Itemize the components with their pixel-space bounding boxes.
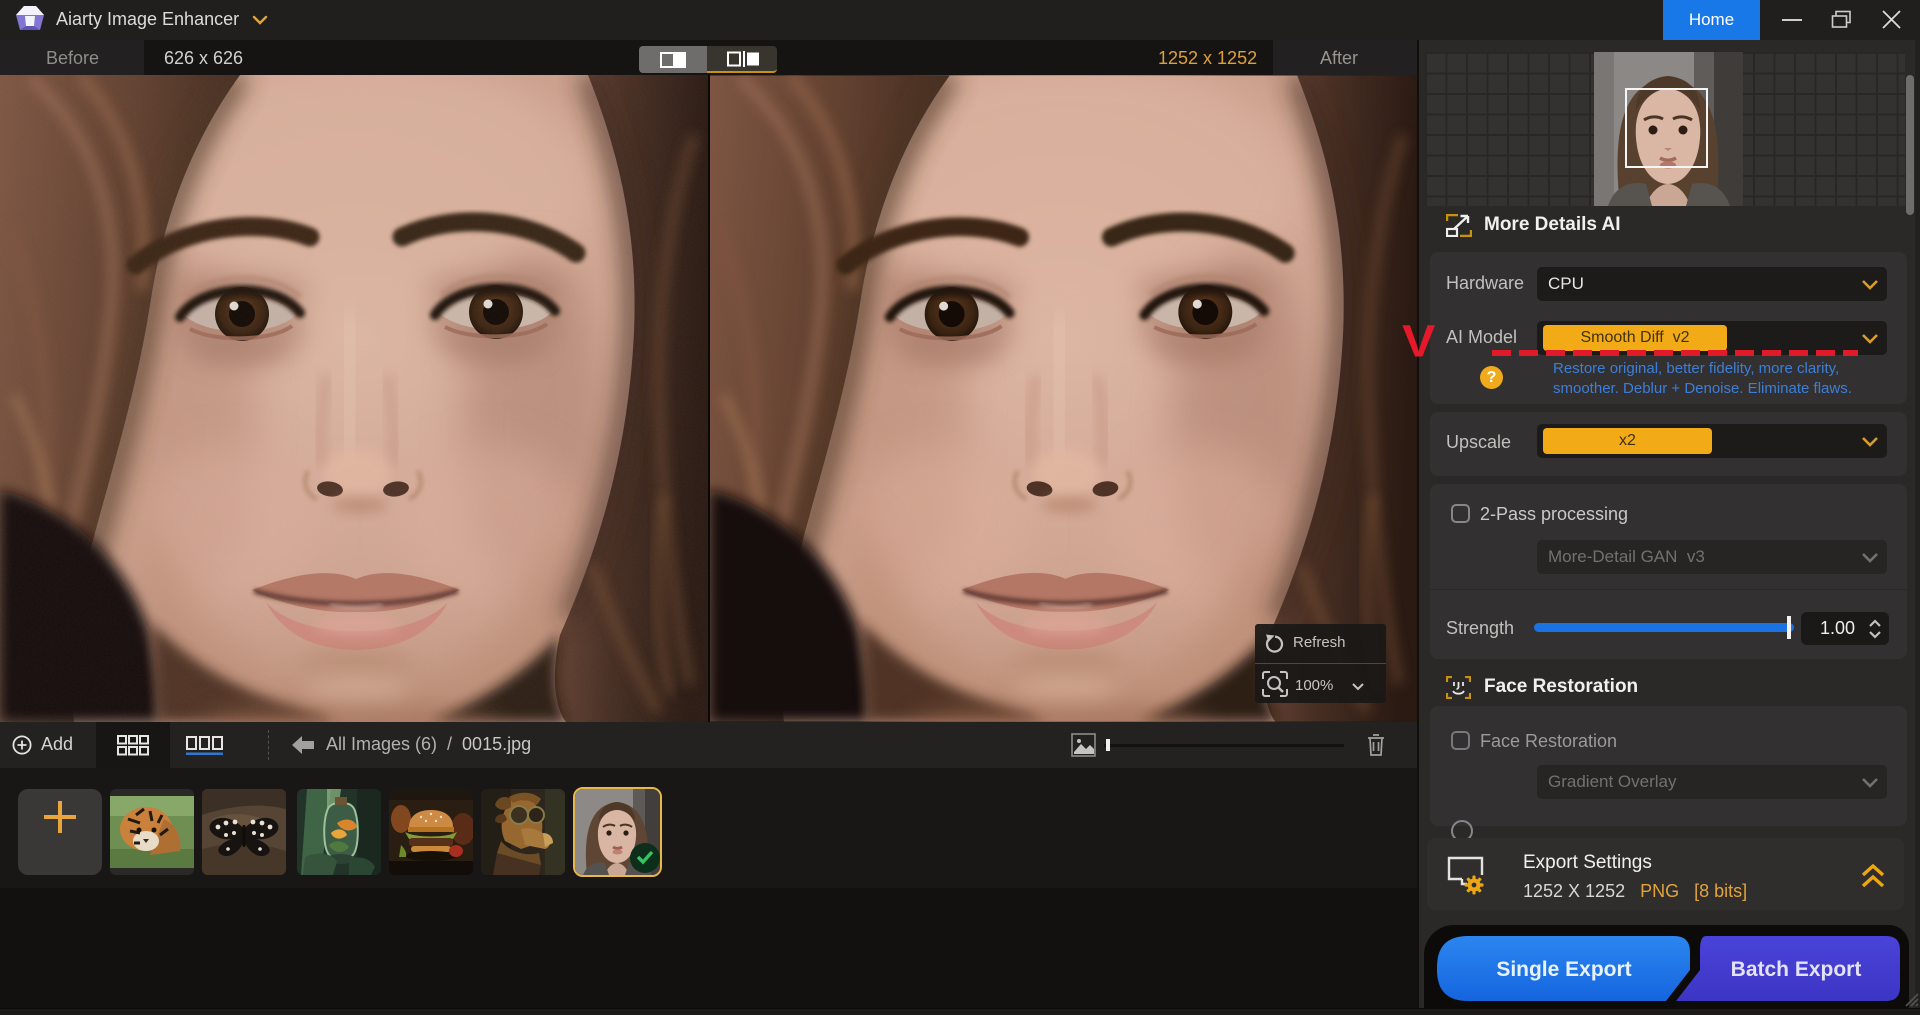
svg-text:Single Export: Single Export: [1496, 958, 1631, 981]
svg-text:Batch Export: Batch Export: [1731, 958, 1862, 981]
